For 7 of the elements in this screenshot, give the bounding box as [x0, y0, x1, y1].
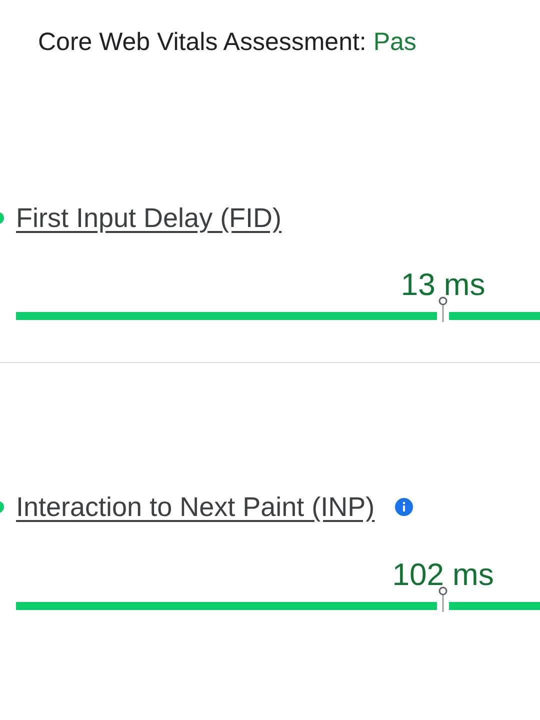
assessment-label: Core Web Vitals Assessment:: [38, 28, 366, 56]
metric-link[interactable]: Interaction to Next Paint (INP): [16, 487, 375, 528]
metric-value: 102 ms: [392, 556, 494, 594]
assessment-result: Pas: [373, 28, 416, 56]
metric-link[interactable]: First Input Delay (FID): [16, 198, 282, 238]
metric-value: 13 ms: [400, 266, 486, 304]
info-icon[interactable]: [394, 498, 413, 516]
